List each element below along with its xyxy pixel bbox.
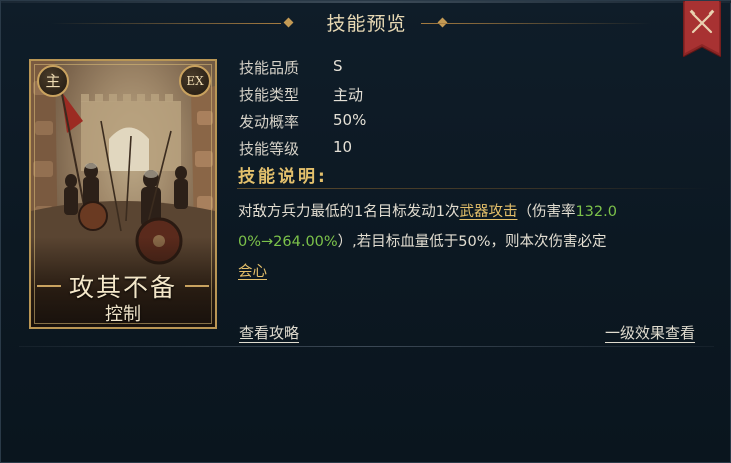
card-ornament-right-icon	[185, 285, 209, 287]
desc-text-1: 对敌方兵力最低的1名目标发动1次	[238, 204, 460, 220]
skill-description: 对敌方兵力最低的1名目标发动1次武器攻击（伤害率132.0 0%→264.00%）…	[238, 197, 708, 287]
desc-text-2: （伤害率	[517, 204, 576, 220]
trigger-rate-value: 50%	[333, 111, 367, 129]
close-button[interactable]	[683, 1, 721, 57]
main-skill-badge: 主	[37, 65, 69, 97]
level-label: 技能等级	[239, 140, 300, 158]
type-label: 技能类型	[239, 86, 300, 104]
desc-text-3: ）,若目标血量低于50%，则本次伤害必定	[337, 234, 607, 250]
description-title: 技能说明:	[238, 167, 328, 187]
quality-value: S	[333, 57, 343, 75]
skill-category: 控制	[105, 304, 141, 325]
trigger-rate-label: 发动概率	[239, 113, 300, 131]
damage-rate-value-2: 0%→264.00%	[238, 234, 338, 250]
view-level1-effect-link[interactable]: 一级效果查看	[605, 322, 695, 343]
header: 技能预览	[1, 1, 731, 47]
crossed-swords-close-icon	[683, 1, 721, 57]
damage-rate-value-1: 132.0	[575, 204, 617, 220]
ex-badge: EX	[179, 65, 211, 97]
header-divider-right	[421, 23, 651, 24]
view-guide-link[interactable]: 查看攻略	[239, 322, 299, 343]
quality-label: 技能品质	[239, 59, 300, 77]
skill-card: 主 EX 攻其不备 控制	[29, 59, 217, 329]
bottom-divider	[19, 346, 714, 347]
weapon-attack-link[interactable]: 武器攻击	[459, 204, 517, 220]
description-divider	[237, 188, 711, 189]
critical-hit-link[interactable]: 会心	[238, 264, 267, 280]
skill-preview-panel: 技能预览 主 EX 攻其不备 控制 技能品质 S 技能类型 主动 发动概率 50…	[0, 0, 731, 463]
type-value: 主动	[333, 86, 364, 104]
level-value: 10	[333, 138, 353, 156]
